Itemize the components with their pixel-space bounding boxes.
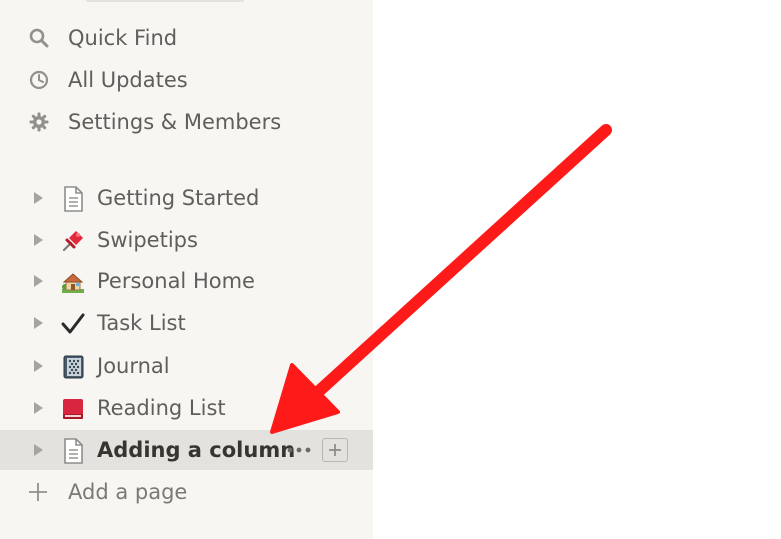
sidebar-page-label: Task List [97, 311, 186, 335]
sidebar-page-label: Adding a column [97, 438, 296, 462]
document-icon [60, 438, 86, 464]
gear-icon [27, 110, 51, 134]
book-icon [60, 396, 86, 422]
sidebar-item-label: Quick Find [68, 26, 178, 50]
plus-icon [27, 481, 49, 503]
checkmark-icon [60, 311, 86, 337]
expand-triangle-icon[interactable] [30, 232, 46, 248]
sidebar-page-label: Journal [97, 354, 170, 378]
add-subpage-button[interactable] [322, 438, 348, 462]
sidebar-page-label: Personal Home [97, 269, 255, 293]
more-options-button[interactable] [284, 438, 314, 462]
pushpin-icon [60, 228, 86, 254]
search-icon [27, 26, 51, 50]
expand-triangle-icon[interactable] [30, 190, 46, 206]
house-icon [60, 269, 86, 295]
expand-triangle-icon[interactable] [30, 273, 46, 289]
notion-window: Quick Find All Updates Settings & Member… [0, 0, 781, 539]
expand-triangle-icon[interactable] [30, 400, 46, 416]
sidebar-page-getting-started[interactable]: Getting Started [0, 178, 373, 218]
sidebar-item-label: All Updates [68, 68, 188, 92]
sidebar-item-settings-members[interactable]: Settings & Members [0, 102, 373, 142]
sidebar-item-quick-find[interactable]: Quick Find [0, 18, 373, 58]
sidebar-top-edge [86, 0, 244, 2]
expand-triangle-icon[interactable] [30, 315, 46, 331]
sidebar-page-swipetips[interactable]: Swipetips [0, 220, 373, 260]
sidebar-page-personal-home[interactable]: Personal Home [0, 261, 373, 301]
notebook-icon [60, 354, 86, 380]
clock-icon [27, 68, 51, 92]
sidebar-page-label: Reading List [97, 396, 226, 420]
sidebar-page-adding-a-column[interactable]: Adding a column [0, 430, 373, 470]
expand-triangle-icon[interactable] [30, 358, 46, 374]
document-icon [60, 186, 86, 212]
sidebar-page-label: Getting Started [97, 186, 260, 210]
sidebar-page-label: Swipetips [97, 228, 198, 252]
add-page-label: Add a page [68, 480, 188, 504]
sidebar-page-reading-list[interactable]: Reading List [0, 388, 373, 428]
sidebar: Quick Find All Updates Settings & Member… [0, 0, 373, 539]
ellipsis-icon [287, 447, 311, 453]
add-page-button[interactable]: Add a page [0, 472, 373, 512]
expand-triangle-icon[interactable] [30, 442, 46, 458]
sidebar-item-label: Settings & Members [68, 110, 282, 134]
plus-icon [329, 444, 341, 456]
sidebar-page-task-list[interactable]: Task List [0, 303, 373, 343]
sidebar-item-all-updates[interactable]: All Updates [0, 60, 373, 100]
sidebar-page-journal[interactable]: Journal [0, 346, 373, 386]
